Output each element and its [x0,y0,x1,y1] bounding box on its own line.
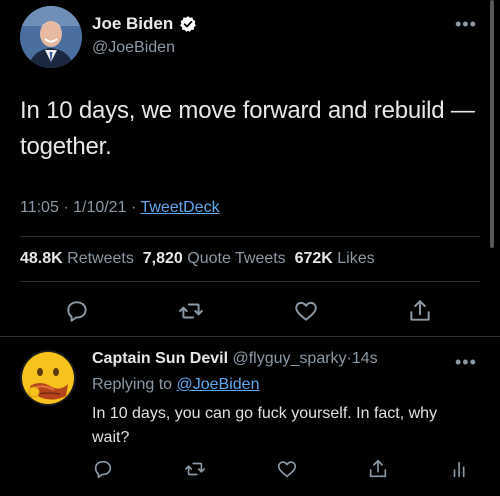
analytics-button[interactable] [449,458,471,480]
share-button[interactable] [407,298,433,324]
avatar-image [20,350,76,406]
tweet-time[interactable]: 11:05 [20,199,59,216]
tweet-source-link[interactable]: TweetDeck [140,199,219,216]
quote-count: 7,820 [142,250,183,267]
reply-button[interactable] [64,298,90,324]
share-icon [369,459,387,478]
reply-more-options-icon[interactable]: ••• [455,352,477,373]
author-name-row[interactable]: Joe Biden [92,14,197,34]
likes-stat[interactable]: 672K Likes [295,250,375,267]
replying-to: Replying to @JoeBiden [92,376,259,394]
avatar-image [20,6,82,68]
author-avatar[interactable] [20,6,82,68]
reply-retweet-button[interactable] [184,458,206,480]
reply-age[interactable]: 14s [352,350,378,367]
analytics-icon [453,461,465,478]
meta-separator-2: · [130,199,137,216]
reply-text: In 10 days, you can go fuck yourself. In… [92,405,438,446]
reply-author-avatar[interactable] [20,350,76,406]
divider [0,336,500,337]
heart-icon [295,301,317,321]
tweet-date[interactable]: 1/10/21 [73,199,126,216]
like-button[interactable] [293,298,319,324]
share-icon [410,300,430,321]
tweet-meta: 11:05 · 1/10/21 · TweetDeck [20,199,220,217]
likes-count: 672K [294,250,333,267]
author-handle[interactable]: @JoeBiden [92,39,175,57]
reply-icon [94,460,112,479]
retweets-stat[interactable]: 48.8K Retweets [20,250,134,267]
divider [20,236,480,237]
verified-badge-icon [179,15,197,33]
retweets-label: Retweets [67,250,134,267]
reply-share-button[interactable] [367,458,389,480]
tweet-stats: 48.8K Retweets 7,820 Quote Tweets 672K L… [20,250,375,268]
reply-icon [67,301,87,322]
author-name[interactable]: Joe Biden [92,14,173,34]
quote-tweets-stat[interactable]: 7,820 Quote Tweets [143,250,286,267]
retweet-button[interactable] [178,298,204,324]
heart-icon [277,461,297,478]
retweet-icon [179,303,203,319]
reply-author-name[interactable]: Captain Sun Devil [92,350,228,367]
likes-label: Likes [337,250,375,267]
retweet-icon [185,462,205,476]
more-options-icon[interactable]: ••• [455,14,477,35]
divider [20,281,480,282]
reply-reply-button[interactable] [92,458,114,480]
meta-separator: · [63,199,69,216]
reply-like-button[interactable] [276,458,298,480]
replying-to-link[interactable]: @JoeBiden [177,376,260,393]
retweets-count: 48.8K [20,250,63,267]
replying-prefix: Replying to [92,376,173,393]
tweet-text: In 10 days, we move forward and rebuild … [20,97,475,160]
scrollbar[interactable] [490,0,494,248]
reply-author-handle[interactable]: @flyguy_sparky [232,350,346,367]
quote-label: Quote Tweets [187,250,286,267]
reply-header: Captain Sun Devil @flyguy_sparky·14s [92,350,378,368]
